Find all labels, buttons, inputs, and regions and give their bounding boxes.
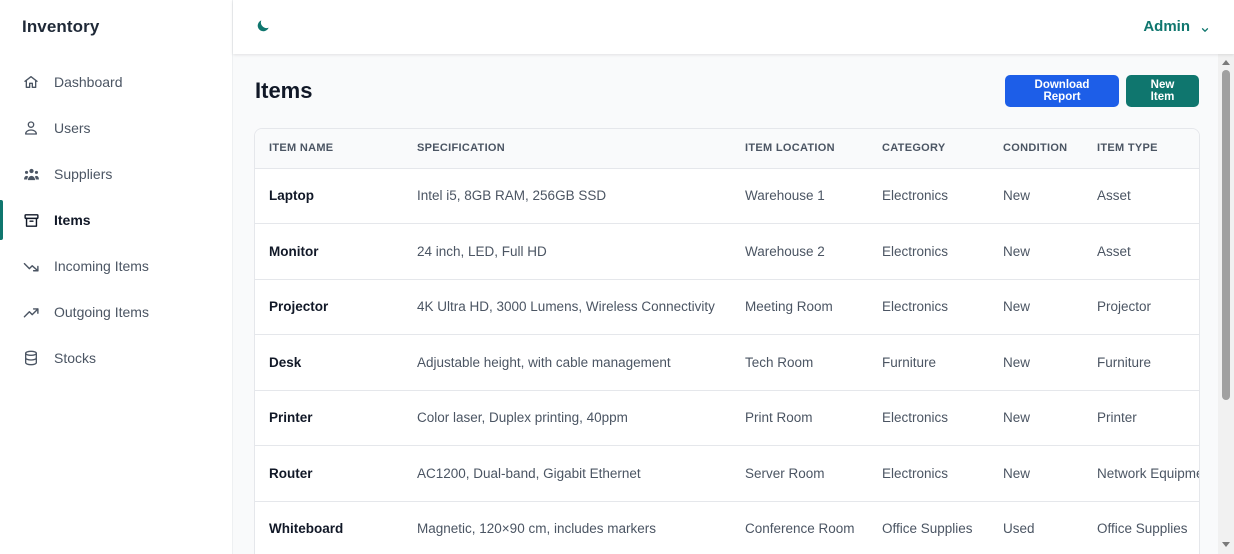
page-title: Items xyxy=(255,78,313,103)
scroll-up-arrow-icon[interactable] xyxy=(1222,60,1230,65)
main-content: Items Download Report New Item ITEM NAME… xyxy=(233,54,1218,554)
moon-icon[interactable] xyxy=(255,18,273,36)
chevron-down-icon xyxy=(1200,22,1210,32)
cell-specification: Magnetic, 120×90 cm, includes markers xyxy=(403,501,731,554)
cell-item-type: Asset xyxy=(1083,223,1199,280)
cell-item-name: Printer xyxy=(255,390,403,446)
sidebar-item-items[interactable]: Items xyxy=(0,197,233,243)
archive-box-icon xyxy=(22,211,40,229)
cell-item-name: Router xyxy=(255,445,403,502)
cell-condition: New xyxy=(989,223,1083,280)
cell-condition: Used xyxy=(989,501,1083,554)
download-report-button[interactable]: Download Report xyxy=(1005,75,1119,107)
sidebar-item-suppliers[interactable]: Suppliers xyxy=(0,151,233,197)
table-row[interactable]: Whiteboard Magnetic, 120×90 cm, includes… xyxy=(255,501,1199,554)
cell-category: Electronics xyxy=(868,168,989,224)
scrollbar-thumb[interactable] xyxy=(1222,70,1230,400)
cell-item-type: Office Supplies xyxy=(1083,501,1199,554)
cell-item-type: Asset xyxy=(1083,168,1199,224)
cell-condition: New xyxy=(989,445,1083,502)
items-table-card: ITEM NAME SPECIFICATION ITEM LOCATION CA… xyxy=(254,128,1200,554)
sidebar-nav: Dashboard Users Suppliers Items Incoming… xyxy=(0,59,233,381)
sidebar-item-label: Outgoing Items xyxy=(54,304,149,320)
cell-specification: AC1200, Dual-band, Gigabit Ethernet xyxy=(403,445,731,502)
top-bar: Admin xyxy=(233,0,1234,54)
cell-specification: 4K Ultra HD, 3000 Lumens, Wireless Conne… xyxy=(403,279,731,335)
cell-category: Office Supplies xyxy=(868,501,989,554)
trend-up-icon xyxy=(22,303,40,321)
column-header-condition[interactable]: CONDITION xyxy=(989,129,1083,169)
table-row[interactable]: Projector 4K Ultra HD, 3000 Lumens, Wire… xyxy=(255,279,1199,335)
new-item-button[interactable]: New Item xyxy=(1126,75,1199,107)
user-icon xyxy=(22,119,40,137)
column-header-item-type[interactable]: ITEM TYPE xyxy=(1083,129,1199,169)
cell-condition: New xyxy=(989,168,1083,224)
trend-down-icon xyxy=(22,257,40,275)
sidebar-item-stocks[interactable]: Stocks xyxy=(0,335,233,381)
database-icon xyxy=(22,349,40,367)
column-header-category[interactable]: CATEGORY xyxy=(868,129,989,169)
vertical-scrollbar[interactable] xyxy=(1218,54,1234,554)
column-header-specification[interactable]: SPECIFICATION xyxy=(403,129,731,169)
table-row[interactable]: Laptop Intel i5, 8GB RAM, 256GB SSD Ware… xyxy=(255,168,1199,224)
cell-item-location: Warehouse 2 xyxy=(731,223,868,280)
cell-specification: 24 inch, LED, Full HD xyxy=(403,223,731,280)
cell-item-name: Projector xyxy=(255,279,403,335)
cell-item-type: Projector xyxy=(1083,279,1199,335)
table-row[interactable]: Monitor 24 inch, LED, Full HD Warehouse … xyxy=(255,223,1199,280)
cell-category: Electronics xyxy=(868,279,989,335)
sidebar-item-label: Incoming Items xyxy=(54,258,149,274)
sidebar-item-label: Items xyxy=(54,212,91,228)
sidebar-item-label: Suppliers xyxy=(54,166,113,182)
table-row[interactable]: Desk Adjustable height, with cable manag… xyxy=(255,334,1199,391)
user-menu[interactable]: Admin xyxy=(1143,18,1210,35)
home-icon xyxy=(22,73,40,91)
cell-item-location: Print Room xyxy=(731,390,868,446)
cell-item-name: Laptop xyxy=(255,168,403,224)
cell-item-type: Network Equipment xyxy=(1083,445,1199,502)
sidebar-item-incoming-items[interactable]: Incoming Items xyxy=(0,243,233,289)
cell-item-location: Warehouse 1 xyxy=(731,168,868,224)
cell-item-location: Conference Room xyxy=(731,501,868,554)
sidebar-item-label: Users xyxy=(54,120,91,136)
cell-category: Electronics xyxy=(868,223,989,280)
cell-item-name: Whiteboard xyxy=(255,501,403,554)
cell-condition: New xyxy=(989,334,1083,391)
cell-category: Furniture xyxy=(868,334,989,391)
user-name: Admin xyxy=(1143,18,1190,35)
table-row[interactable]: Printer Color laser, Duplex printing, 40… xyxy=(255,390,1199,446)
column-header-item-location[interactable]: ITEM LOCATION xyxy=(731,129,868,169)
cell-item-name: Desk xyxy=(255,334,403,391)
cell-item-type: Furniture xyxy=(1083,334,1199,391)
cell-condition: New xyxy=(989,390,1083,446)
cell-item-location: Server Room xyxy=(731,445,868,502)
cell-item-type: Printer xyxy=(1083,390,1199,446)
cell-specification: Intel i5, 8GB RAM, 256GB SSD xyxy=(403,168,731,224)
sidebar-item-outgoing-items[interactable]: Outgoing Items xyxy=(0,289,233,335)
cell-item-location: Meeting Room xyxy=(731,279,868,335)
cell-specification: Color laser, Duplex printing, 40ppm xyxy=(403,390,731,446)
sidebar-item-label: Stocks xyxy=(54,350,97,366)
cell-category: Electronics xyxy=(868,390,989,446)
column-header-item-name[interactable]: ITEM NAME xyxy=(255,129,403,169)
users-group-icon xyxy=(22,165,40,183)
cell-condition: New xyxy=(989,279,1083,335)
cell-specification: Adjustable height, with cable management xyxy=(403,334,731,391)
scroll-down-arrow-icon[interactable] xyxy=(1222,542,1230,547)
cell-item-name: Monitor xyxy=(255,223,403,280)
app-title: Inventory xyxy=(22,17,100,36)
table-header-row: ITEM NAME SPECIFICATION ITEM LOCATION CA… xyxy=(255,129,1199,169)
sidebar-item-users[interactable]: Users xyxy=(0,105,233,151)
table-row[interactable]: Router AC1200, Dual-band, Gigabit Ethern… xyxy=(255,445,1199,502)
sidebar-item-label: Dashboard xyxy=(54,74,123,90)
sidebar: Inventory Dashboard Users Suppliers Item… xyxy=(0,0,233,554)
cell-category: Electronics xyxy=(868,445,989,502)
sidebar-item-dashboard[interactable]: Dashboard xyxy=(0,59,233,105)
items-table: ITEM NAME SPECIFICATION ITEM LOCATION CA… xyxy=(255,129,1199,554)
cell-item-location: Tech Room xyxy=(731,334,868,391)
